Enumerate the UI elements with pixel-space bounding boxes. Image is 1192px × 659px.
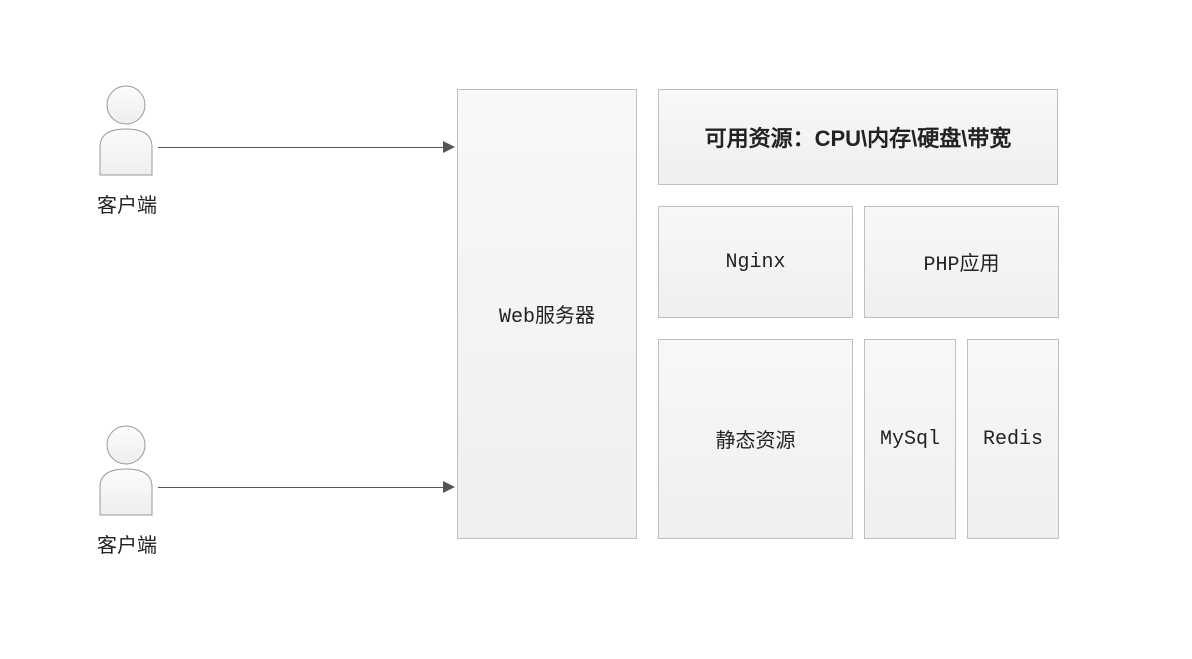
arrow-line-2 [158, 487, 443, 488]
nginx-box: Nginx [658, 206, 853, 318]
arrow-line-1 [158, 147, 443, 148]
resources-label: 可用资源：CPU\内存\硬盘\带宽 [705, 121, 1012, 153]
arrow-head-2 [443, 481, 455, 493]
client-icon-1 [94, 85, 158, 177]
static-box: 静态资源 [658, 339, 853, 539]
web-server-box: Web服务器 [457, 89, 637, 539]
php-label: PHP应用 [923, 247, 999, 277]
client-label-1: 客户端 [97, 189, 157, 218]
mysql-box: MySql [864, 339, 956, 539]
static-label: 静态资源 [716, 424, 796, 454]
client-label-2: 客户端 [97, 529, 157, 558]
redis-box: Redis [967, 339, 1059, 539]
resources-box: 可用资源：CPU\内存\硬盘\带宽 [658, 89, 1058, 185]
web-server-label: Web服务器 [499, 299, 595, 329]
client-icon-2 [94, 425, 158, 517]
arrow-head-1 [443, 141, 455, 153]
mysql-label: MySql [880, 428, 940, 451]
redis-label: Redis [983, 428, 1043, 451]
php-box: PHP应用 [864, 206, 1059, 318]
nginx-label: Nginx [725, 251, 785, 274]
